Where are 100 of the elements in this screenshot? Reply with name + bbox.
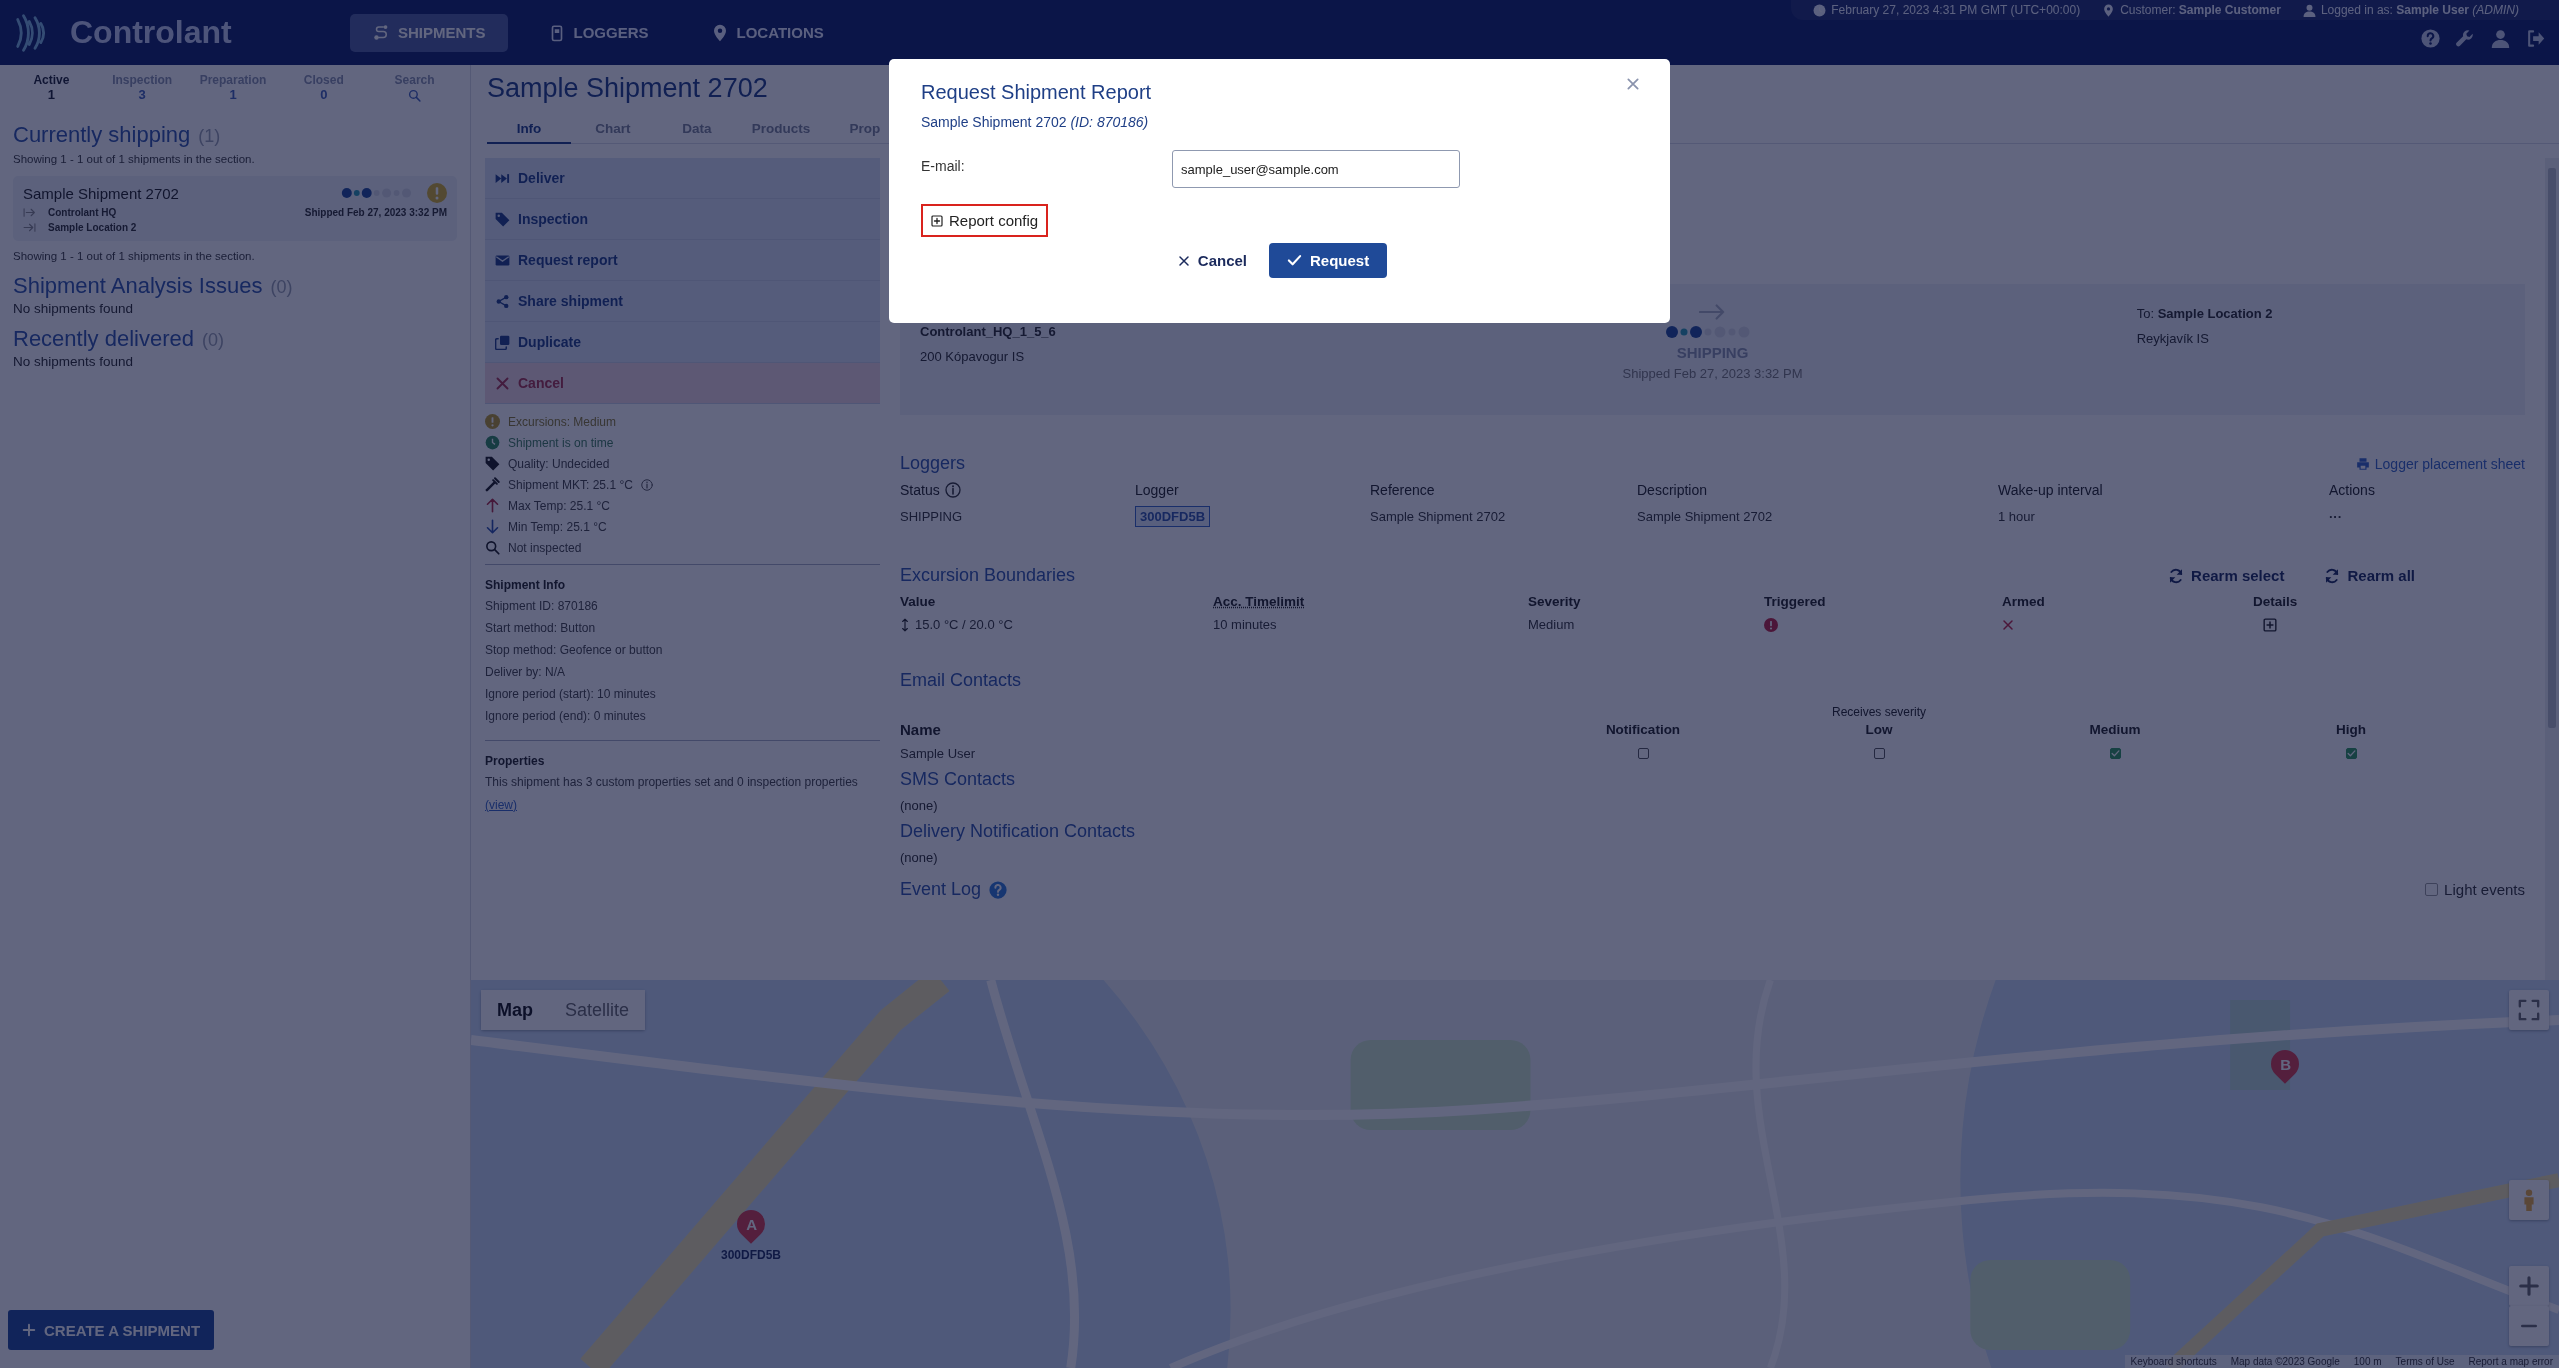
checkbox-label: Light events: [2444, 881, 2525, 898]
customer-text: Customer: Sample Customer: [2120, 3, 2281, 17]
info-text: Ignore period (end): 0 minutes: [485, 709, 647, 723]
section-summary: Showing 1 - 1 out of 1 shipments in the section.: [13, 250, 256, 262]
origin-address: 200 Kópavogur IS: [920, 349, 1026, 364]
map-pin-icon: [2102, 3, 2116, 17]
help-icon[interactable]: [2421, 29, 2440, 48]
destination-name: To: Sample Location 2: [2136, 306, 2274, 321]
map-attribution[interactable]: Terms of Use: [2395, 1356, 2455, 1367]
rearm-button[interactable]: Rearm select: [2168, 567, 2285, 584]
action-button[interactable]: Request report: [485, 240, 880, 281]
table-cell-text: 1 hour: [1998, 509, 2036, 524]
search-icon: [408, 89, 422, 102]
street-view-button[interactable]: [2509, 1180, 2549, 1220]
checkbox[interactable]: [1637, 748, 1649, 759]
action-button[interactable]: Deliver: [485, 158, 880, 199]
nav-tab[interactable]: LOCATIONS: [688, 13, 846, 52]
column-header: Medium: [2089, 722, 2141, 737]
column-header: Reference: [1370, 482, 1436, 498]
origin-text: Controlant HQ: [48, 207, 117, 218]
expand-icon[interactable]: [2263, 617, 2277, 632]
map-attribution[interactable]: Keyboard shortcuts: [2130, 1356, 2217, 1367]
group-header: Receives severity: [1831, 705, 1927, 719]
column-header: Logger: [1135, 482, 1180, 498]
empty-message: (none): [900, 798, 939, 813]
column-header: Description: [1637, 482, 1709, 498]
view-link[interactable]: (view): [485, 798, 517, 812]
help-icon[interactable]: [989, 880, 1008, 899]
empty-message: No shipments found: [13, 354, 135, 369]
table-cell-text: 10 minutes: [1213, 617, 1278, 632]
map-attribution[interactable]: Report a map error: [2468, 1356, 2553, 1367]
email-field[interactable]: sample_user@sample.com: [1172, 150, 1460, 188]
minus-icon: [2520, 1324, 2538, 1328]
shipment-card[interactable]: Sample Shipment 2702 Controlant HQ Shipped Feb 27, 2023 3:32 PM Sample Location 2: [13, 176, 457, 241]
actions-menu[interactable]: ···: [2329, 509, 2525, 524]
column-header: Armed: [2002, 594, 2046, 609]
rearm-button[interactable]: Rearm all: [2324, 567, 2415, 584]
map-attribution[interactable]: Map data ©2023 Google: [2230, 1356, 2340, 1367]
close-icon: [495, 375, 510, 391]
column-header: Notification: [1605, 722, 1681, 737]
zoom-out-button[interactable]: [2509, 1306, 2549, 1346]
placement-sheet-link[interactable]: Logger placement sheet: [2355, 455, 2525, 472]
nav-tab[interactable]: SHIPMENTS: [350, 13, 508, 52]
action-button[interactable]: Share shipment: [485, 281, 880, 322]
column-header: Low: [1865, 722, 1893, 737]
fullscreen-icon: [2518, 999, 2540, 1021]
fullscreen-button[interactable]: [2509, 990, 2549, 1030]
section-title: Delivery Notification Contacts: [900, 821, 1137, 842]
user-icon[interactable]: [2491, 29, 2510, 48]
info-icon[interactable]: [640, 478, 653, 491]
section-title: Excursion Boundaries: [900, 565, 1076, 586]
marker-label: 300DFD5B: [721, 1248, 782, 1262]
zoom-in-button[interactable]: [2509, 1266, 2549, 1306]
info-icon[interactable]: [944, 482, 961, 498]
status-text: Max Temp: 25.1 °C: [508, 498, 610, 513]
checkbox[interactable]: [2345, 748, 2357, 759]
action-button[interactable]: Cancel: [485, 363, 880, 404]
nav-tab[interactable]: LOGGERS: [525, 13, 671, 52]
info-text: Stop method: Geofence or button: [485, 643, 664, 657]
map-attribution[interactable]: 100 m: [2353, 1356, 2382, 1367]
section-title: SMS Contacts: [900, 769, 1017, 790]
table-cell-text: Sample User: [900, 746, 977, 761]
create-shipment-button[interactable]: CREATE A SHIPMENT: [8, 1310, 215, 1350]
section-title: Recently delivered: [13, 326, 194, 352]
logger-id-link[interactable]: 300DFD5B: [1135, 506, 1211, 527]
table-cell-text: Sample Shipment 2702: [1370, 509, 1507, 524]
section-heading: Shipment Info: [485, 578, 566, 592]
empty-message: (none): [900, 850, 939, 865]
column-header: Value: [900, 594, 937, 609]
shipment-name: Sample Shipment 2702: [23, 184, 179, 202]
clock-icon: [485, 435, 500, 450]
cancel-button[interactable]: Cancel: [1171, 243, 1253, 278]
info-text: Start method: Button: [485, 621, 597, 635]
checkbox[interactable]: [1873, 748, 1885, 759]
table-cell: 15.0 °C / 20.0 °C: [915, 617, 1013, 632]
action-button[interactable]: Duplicate: [485, 322, 880, 363]
wrench-icon[interactable]: [2456, 29, 2475, 48]
tag-icon: [495, 211, 510, 227]
origin-code: Controlant_HQ_1_5_6: [920, 324, 1057, 339]
destination-text: Sample Location 2: [48, 222, 137, 233]
tag-icon: [485, 456, 500, 471]
column-header: Triggered: [1764, 594, 1827, 609]
properties-text: This shipment has 3 custom properties set and 0 inspection properties: [485, 775, 859, 789]
tab[interactable]: Info: [487, 114, 571, 144]
scrollbar[interactable]: [2545, 158, 2559, 980]
section-title: Loggers: [900, 453, 966, 474]
report-config-toggle[interactable]: Report config: [921, 204, 1049, 237]
action-button[interactable]: Inspection: [485, 199, 880, 240]
printer-icon: [2355, 456, 2370, 471]
checkbox[interactable]: [2425, 883, 2439, 896]
status-text: Excursions: Medium: [508, 414, 617, 429]
section-summary: Showing 1 - 1 out of 1 shipments in the section.: [13, 153, 256, 165]
status-text: Not inspected: [508, 540, 582, 555]
logout-icon[interactable]: [2526, 29, 2545, 48]
filter-tab[interactable]: Active 1: [6, 71, 97, 104]
checkbox[interactable]: [2109, 748, 2121, 759]
request-button[interactable]: Request: [1269, 243, 1388, 278]
map-type-tab[interactable]: Map: [481, 990, 549, 1030]
check-icon: [2346, 749, 2356, 758]
shipment-title: Sample Shipment 2702: [487, 73, 768, 104]
